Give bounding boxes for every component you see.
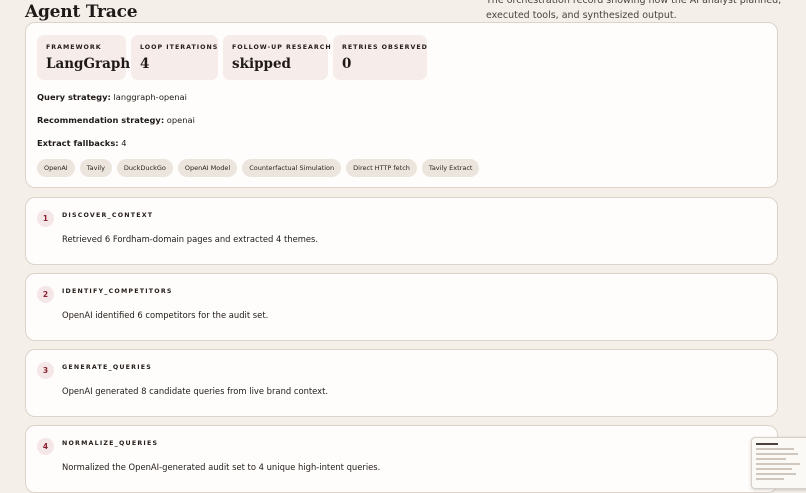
tool-chip: Tavily — [79, 159, 112, 177]
step-description: Normalized the OpenAI-generated audit se… — [62, 462, 381, 472]
recommendation-strategy-label: Recommendation strategy: — [37, 115, 165, 125]
tool-chip: Counterfactual Simulation — [242, 159, 342, 177]
metric-retries-observed: RETRIES OBSERVED 0 — [333, 35, 427, 80]
tool-chip: OpenAI — [37, 159, 75, 177]
step-number-badge: 2 — [37, 286, 54, 303]
metric-follow-up-research: FOLLOW-UP RESEARCH skipped — [223, 35, 332, 80]
extract-fallbacks-value: 4 — [121, 138, 127, 148]
step-name: DISCOVER_CONTEXT — [62, 212, 154, 219]
extract-fallbacks-label: Extract fallbacks: — [37, 138, 119, 148]
step-name: GENERATE_QUERIES — [62, 364, 153, 371]
step-name: IDENTIFY_COMPETITORS — [62, 288, 173, 295]
step-description: OpenAI identified 6 competitors for the … — [62, 310, 269, 320]
metric-value: LangGraph — [46, 56, 131, 72]
metric-value: skipped — [232, 56, 291, 72]
tool-chip: Direct HTTP fetch — [346, 159, 417, 177]
metric-label: FOLLOW-UP RESEARCH — [232, 44, 332, 51]
metric-row: FRAMEWORK LangGraph LOOP ITERATIONS 4 FO… — [37, 35, 427, 80]
page-subtitle: The orchestration record showing how the… — [486, 0, 782, 21]
metric-value: 0 — [342, 56, 352, 72]
metric-label: RETRIES OBSERVED — [342, 44, 428, 51]
query-strategy-label: Query strategy: — [37, 92, 111, 102]
step-description: Retrieved 6 Fordham-domain pages and ext… — [62, 234, 319, 244]
query-strategy-value: langgraph-openai — [113, 92, 187, 102]
tool-chip: Tavily Extract — [421, 159, 480, 177]
metric-framework: FRAMEWORK LangGraph — [37, 35, 131, 80]
tool-chip: OpenAI Model — [177, 159, 238, 177]
step-card: 2 IDENTIFY_COMPETITORS OpenAI identified… — [25, 273, 778, 341]
metric-value: 4 — [140, 56, 150, 72]
step-card: 3 GENERATE_QUERIES OpenAI generated 8 ca… — [25, 349, 778, 417]
tool-chip: DuckDuckGo — [116, 159, 173, 177]
step-card: 4 NORMALIZE_QUERIES Normalized the OpenA… — [25, 425, 778, 493]
step-description: OpenAI generated 8 candidate queries fro… — [62, 386, 329, 396]
recommendation-strategy: Recommendation strategy: openai — [37, 115, 195, 125]
step-number-badge: 1 — [37, 210, 54, 227]
recommendation-strategy-value: openai — [166, 115, 195, 125]
tool-chips: OpenAI Tavily DuckDuckGo OpenAI Model Co… — [37, 159, 480, 177]
query-strategy: Query strategy: langgraph-openai — [37, 92, 187, 102]
metric-label: FRAMEWORK — [46, 44, 102, 51]
step-card: 1 DISCOVER_CONTEXT Retrieved 6 Fordham-d… — [25, 197, 778, 265]
step-number-badge: 4 — [37, 438, 54, 455]
page-preview-thumbnail[interactable] — [751, 437, 806, 489]
summary-card: FRAMEWORK LangGraph LOOP ITERATIONS 4 FO… — [25, 22, 778, 188]
extract-fallbacks: Extract fallbacks: 4 — [37, 138, 127, 148]
step-name: NORMALIZE_QUERIES — [62, 440, 159, 447]
metric-loop-iterations: LOOP ITERATIONS 4 — [131, 35, 218, 80]
page-title: Agent Trace — [25, 2, 138, 22]
metric-label: LOOP ITERATIONS — [140, 44, 219, 51]
step-number-badge: 3 — [37, 362, 54, 379]
